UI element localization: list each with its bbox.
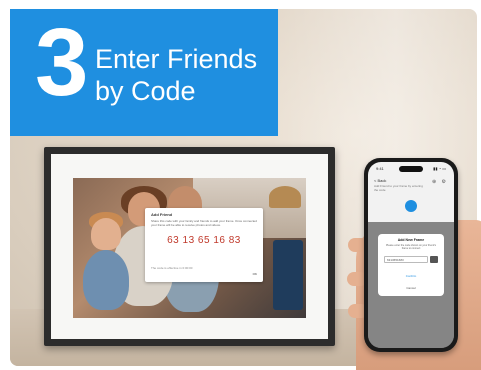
confirm-button[interactable]: Confirm <box>378 274 444 278</box>
photo-suitcase <box>273 240 303 310</box>
app-header-icons[interactable]: ⊕ ⚙ <box>432 179 448 185</box>
step-banner: 3 Enter Friends by Code <box>10 9 278 136</box>
add-friend-dialog: Add Friend Share this code with your fam… <box>145 208 263 282</box>
banner-title-line2: by Code <box>95 76 196 106</box>
phone-screen: 9:41 ▮▮ ◔ ▭ < Back ⊕ ⚙ Add Friend to you… <box>368 162 454 348</box>
dialog-title: Add Friend <box>151 212 173 217</box>
phone-dialog-title: Add New Frame <box>397 238 425 242</box>
frame-avatar-icon <box>405 200 417 212</box>
status-time: 9:41 <box>376 166 384 171</box>
code-input[interactable]: 6313651683 <box>384 256 428 263</box>
app-subtitle: Add Friend to your frame by entering the… <box>374 184 423 192</box>
photo-hat <box>269 186 301 208</box>
app-back-button[interactable]: < Back <box>374 178 386 183</box>
banner-title-line1: Enter Friends <box>95 44 258 74</box>
frame-mat: Add Friend Share this code with your fam… <box>51 154 328 339</box>
digital-photo-frame: Add Friend Share this code with your fam… <box>44 147 335 346</box>
scan-qr-icon[interactable] <box>430 256 438 263</box>
phone-dialog-description: Please enter the code shown on your frie… <box>386 244 436 250</box>
friend-code: 63 13 65 16 83 <box>167 235 241 246</box>
frame-screen: Add Friend Share this code with your fam… <box>73 178 306 318</box>
photo-child-head <box>91 218 121 250</box>
code-expire-note: The code is effective in 0:00:00 <box>151 266 193 270</box>
dynamic-island <box>399 166 423 172</box>
dialog-ok-button[interactable]: OK <box>253 272 257 276</box>
add-frame-dialog: Add New Frame Please enter the code show… <box>378 234 444 296</box>
dialog-description: Share this code with your family and fri… <box>151 219 257 227</box>
smartphone: 9:41 ▮▮ ◔ ▭ < Back ⊕ ⚙ Add Friend to you… <box>364 158 458 352</box>
step-number: 3 <box>35 9 89 116</box>
status-icons: ▮▮ ◔ ▭ <box>433 166 446 171</box>
cancel-button[interactable]: Cancel <box>378 286 444 290</box>
photo-child-body <box>83 250 129 310</box>
